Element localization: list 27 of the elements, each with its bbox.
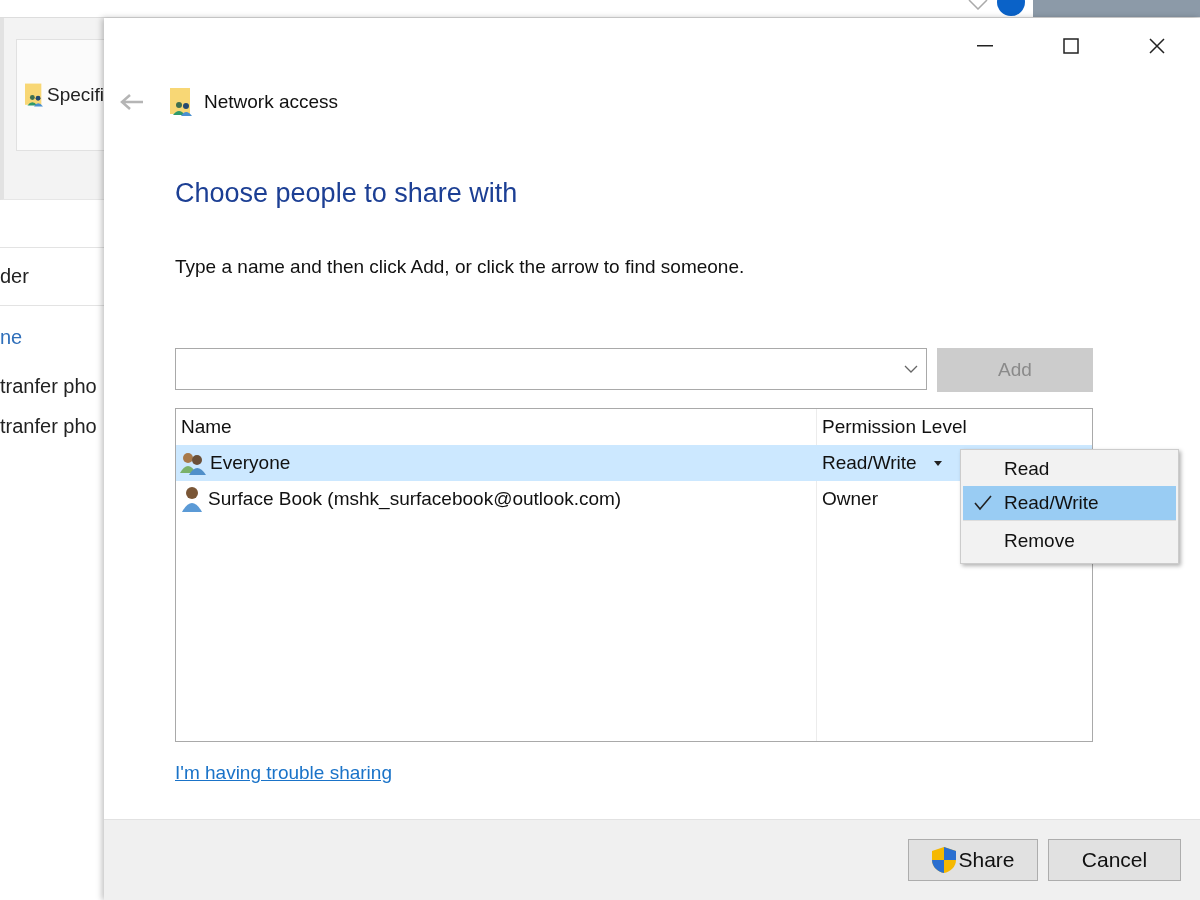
name-combo-field[interactable] [175, 348, 927, 390]
folder-icon [25, 81, 43, 109]
folder-icon [170, 88, 192, 116]
list-item[interactable]: tranfer pho [0, 366, 104, 406]
minimize-icon[interactable] [977, 44, 993, 47]
name-cell[interactable]: Surface Book (mshk_surfacebook@outlook.com) [176, 481, 817, 517]
cancel-button[interactable]: Cancel [1048, 839, 1181, 881]
share-button[interactable]: Share [908, 839, 1038, 881]
person-icon [179, 486, 205, 512]
help-link[interactable]: I'm having trouble sharing [175, 762, 392, 784]
menu-item[interactable]: Remove [963, 520, 1176, 561]
window-title: Network access [204, 91, 339, 113]
list-item[interactable]: tranfer pho [0, 406, 104, 446]
dialog-heading: Choose people to share with [175, 178, 519, 209]
maximize-icon[interactable] [1063, 37, 1079, 54]
menu-item[interactable]: Read/Write [963, 486, 1176, 520]
ribbon-item[interactable]: Specifi [16, 39, 104, 151]
dropdown-caret-icon[interactable] [904, 365, 918, 373]
shield-icon [931, 846, 958, 874]
column-header[interactable]: Name [176, 409, 817, 445]
instruction-text: Type a name and then click Add, or click the arrow to find someone. [175, 256, 746, 278]
dropdown-caret-icon[interactable] [933, 460, 942, 466]
column-header[interactable]: Permission Level [817, 409, 1092, 445]
name-cell[interactable]: Everyone [176, 445, 817, 481]
help-icon[interactable] [997, 0, 1025, 16]
nav-link[interactable]: ne [0, 308, 104, 366]
people-icon [179, 451, 207, 475]
